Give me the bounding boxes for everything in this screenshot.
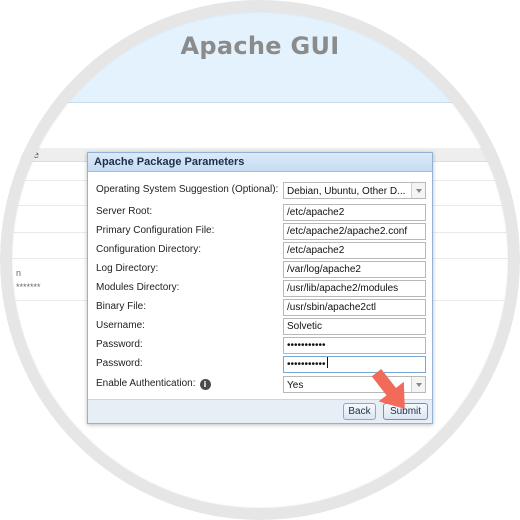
binary-file-label: Binary File: [96, 301, 147, 312]
os-suggestion-value: Debian, Ubuntu, Other D... [287, 186, 406, 197]
red-arrow-icon [371, 368, 405, 409]
enable-authentication-label-group: Enable Authentication: i [96, 378, 211, 390]
form-row-username: Username: Solvetic [88, 318, 434, 337]
app-title: Apache GUI [180, 32, 340, 60]
password-label: Password: [96, 339, 143, 350]
os-suggestion-label: Operating System Suggestion (Optional): [96, 184, 279, 195]
form-row-config-directory: Configuration Directory: /etc/apache2 [88, 242, 434, 261]
password-confirm-label: Password: [96, 358, 143, 369]
server-root-input[interactable]: /etc/apache2 [283, 204, 426, 221]
enable-authentication-label: Enable Authentication: [96, 378, 196, 389]
form-row-binary-file: Binary File: /usr/sbin/apache2ctl [88, 299, 434, 318]
modules-directory-label: Modules Directory: [96, 282, 180, 293]
chevron-down-icon[interactable] [411, 183, 425, 198]
form-row-modules-directory: Modules Directory: /usr/lib/apache2/modu… [88, 280, 434, 299]
form-row-primary-config: Primary Configuration File: /etc/apache2… [88, 223, 434, 242]
text-cursor [326, 357, 328, 368]
password-input[interactable]: ••••••••••• [283, 337, 426, 354]
form-row-log-directory: Log Directory: /var/log/apache2 [88, 261, 434, 280]
primary-config-label: Primary Configuration File: [96, 225, 215, 236]
modules-directory-input[interactable]: /usr/lib/apache2/modules [283, 280, 426, 297]
info-icon[interactable]: i [199, 379, 211, 390]
form-row-os-suggestion: Operating System Suggestion (Optional): … [88, 182, 434, 201]
password-confirm-value: ••••••••••• [287, 359, 326, 370]
screenshot-circle-frame: Apache GUI alue n ******* Apache Package… [0, 0, 520, 520]
log-directory-input[interactable]: /var/log/apache2 [283, 261, 426, 278]
form-row-password: Password: ••••••••••• [88, 337, 434, 356]
dialog-title: Apache Package Parameters [88, 153, 432, 172]
username-label: Username: [96, 320, 145, 331]
background-column-label: alue [20, 150, 39, 161]
form-row-server-root: Server Root: /etc/apache2 [88, 204, 434, 223]
username-input[interactable]: Solvetic [283, 318, 426, 335]
os-suggestion-select[interactable]: Debian, Ubuntu, Other D... [283, 182, 426, 199]
server-root-label: Server Root: [96, 206, 153, 217]
background-row-text: n [16, 268, 22, 278]
app-header: Apache GUI [0, 0, 520, 103]
primary-config-input[interactable]: /etc/apache2/apache2.conf [283, 223, 426, 240]
log-directory-label: Log Directory: [96, 263, 159, 274]
binary-file-input[interactable]: /usr/sbin/apache2ctl [283, 299, 426, 316]
config-directory-label: Configuration Directory: [96, 244, 202, 255]
background-row-text: ******* [16, 282, 41, 292]
config-directory-input[interactable]: /etc/apache2 [283, 242, 426, 259]
